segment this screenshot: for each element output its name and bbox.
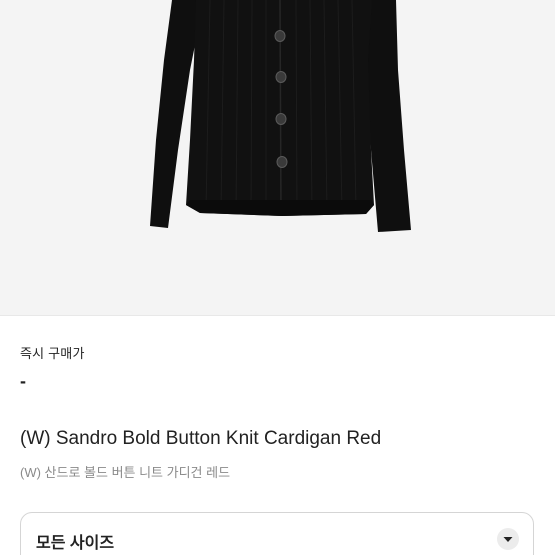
cardigan-illustration [0, 0, 555, 315]
product-page: 즉시 구매가 - (W) Sandro Bold Button Knit Car… [0, 0, 555, 555]
instant-buy-price-label: 즉시 구매가 [20, 346, 85, 361]
product-subtitle: (W) 산드로 볼드 버튼 니트 가디건 레드 [20, 465, 231, 480]
product-title: (W) Sandro Bold Button Knit Cardigan Red [20, 428, 382, 449]
size-dropdown[interactable]: 모든 사이즈 [20, 512, 534, 555]
instant-buy-price: - [20, 371, 26, 391]
section-divider [0, 315, 555, 316]
product-image[interactable] [0, 0, 555, 315]
size-dropdown-value: 모든 사이즈 [36, 535, 115, 552]
chevron-down-icon[interactable] [497, 528, 519, 550]
